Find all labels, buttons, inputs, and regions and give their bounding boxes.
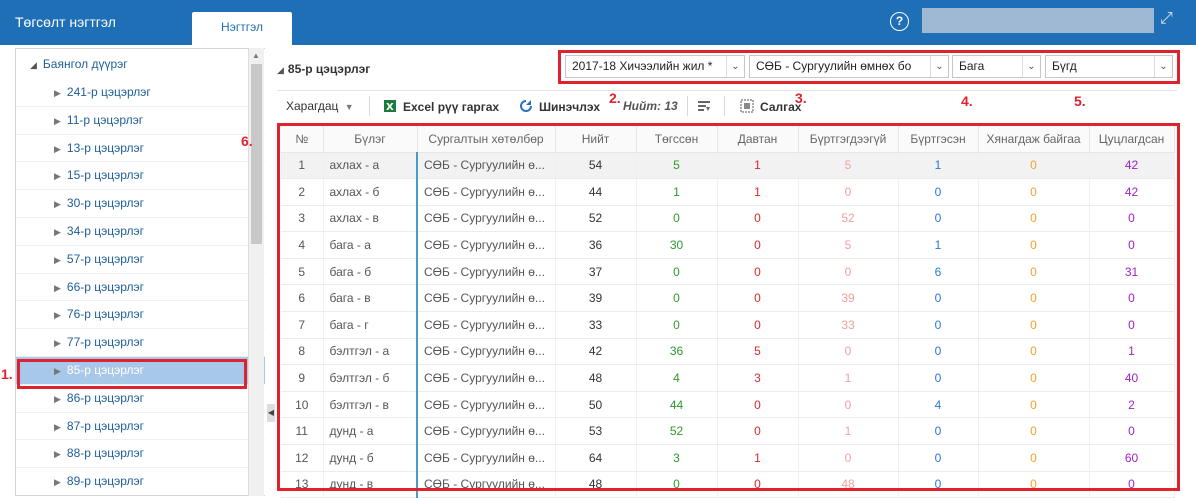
highlight-box-filters: [558, 50, 1180, 84]
tree-root[interactable]: ◢ Баянгол дүүрэг: [16, 49, 265, 79]
caret-down-icon: ◢: [30, 60, 37, 70]
sidebar-item-label: 87-р цэцэрлэг: [66, 418, 145, 433]
filter-settings-button[interactable]: [697, 99, 717, 114]
caret-right-icon: ▶: [54, 477, 61, 488]
excel-export-button[interactable]: X Excel рүү гаргах: [383, 99, 499, 114]
total-count: Нийт: 13: [623, 99, 678, 113]
annotation-label-6: 6.: [241, 133, 253, 149]
sidebar-item[interactable]: ▶ 76-р цэцэрлэг: [16, 301, 265, 330]
sidebar-item[interactable]: ▶ 13-р цэцэрлэг: [16, 135, 265, 163]
annotation-label-5: 5.: [1074, 93, 1086, 109]
caret-right-icon: ▶: [54, 171, 61, 182]
page-title: ◢ 85-р цэцэрлэг: [277, 62, 370, 76]
caret-right-icon: ▶: [54, 393, 61, 404]
scrollbar-thumb[interactable]: [251, 64, 262, 244]
sidebar-item[interactable]: ▶ 87-р цэцэрлэг: [16, 413, 265, 441]
highlight-box-table: [277, 123, 1180, 491]
caret-right-icon: ▶: [54, 338, 61, 349]
caret-right-icon: ▶: [54, 282, 61, 293]
sidebar-item[interactable]: ▶ 34-р цэцэрлэг: [16, 218, 265, 246]
excel-icon: X: [384, 100, 396, 113]
question-circle-icon[interactable]: ?: [890, 12, 909, 31]
refresh-button[interactable]: Шинэчлэх: [519, 99, 600, 114]
caret-right-icon: ▶: [54, 143, 61, 154]
caret-right-icon: ▶: [54, 226, 61, 237]
sidebar-item-label: 34-р цэцэрлэг: [66, 223, 145, 238]
caret-down-icon: ▼: [344, 102, 354, 112]
top-bar: Төгсөлт нэгтгэл Нэгтгэл ? ⤢: [0, 0, 1196, 45]
caret-down-icon: ◢: [277, 65, 284, 75]
scroll-up-icon[interactable]: ▲: [252, 51, 260, 60]
toolbar-divider: [687, 96, 688, 116]
sidebar-item-label: 13-р цэцэрлэг: [66, 140, 145, 155]
sidebar-item-label: 11-р цэцэрлэг: [66, 112, 144, 127]
highlight-box-1: [17, 359, 247, 389]
tree-root-label: Баянгол дүүрэг: [42, 57, 128, 71]
sidebar-item[interactable]: ▶ 89-р цэцэрлэг: [16, 468, 265, 495]
sidebar-item[interactable]: ▶ 11-р цэцэрлэг: [16, 107, 265, 135]
sidebar-item[interactable]: ▶ 57-р цэцэрлэг: [16, 246, 265, 274]
annotation-label-3: 3.: [795, 90, 807, 106]
collapse-sidebar-handle[interactable]: ◀: [267, 404, 275, 422]
sidebar-tree: ◢ Баянгол дүүрэг ▶ 241-р цэцэрлэг ▶ 11-р цэц…: [15, 48, 265, 496]
sidebar-item-label: 89-р цэцэрлэг: [66, 474, 145, 489]
toolbar: Харагдац ▼ X Excel рүү гаргах Шинэчлэх Ни…: [277, 90, 1177, 122]
user-info-box[interactable]: [922, 8, 1154, 33]
view-menu-label: Харагдац: [286, 99, 339, 113]
sidebar-item-label: 88-р цэцэрлэг: [66, 446, 145, 461]
sidebar-item[interactable]: ▶ 15-р цэцэрлэг: [16, 162, 265, 191]
annotation-label-2: 2.: [609, 90, 621, 106]
sidebar-item[interactable]: ▶ 30-р цэцэрлэг: [16, 190, 265, 218]
sidebar-item-label: 57-р цэцэрлэг: [66, 251, 145, 266]
sidebar-item[interactable]: ▶ 241-р цэцэрлэг: [16, 79, 265, 107]
sidebar-item-label: 241-р цэцэрлэг: [66, 85, 151, 99]
toolbar-divider: [724, 96, 725, 116]
sidebar-item-label: 76-р цэцэрлэг: [66, 307, 145, 322]
caret-right-icon: ▶: [54, 199, 61, 210]
sidebar-item-label: 66-р цэцэрлэг: [66, 279, 145, 294]
sidebar-item-label: 15-р цэцэрлэг: [66, 168, 145, 183]
refresh-label: Шинэчлэх: [539, 100, 601, 114]
sidebar-item-label: 77-р цэцэрлэг: [66, 335, 145, 350]
caret-right-icon: ▶: [54, 88, 61, 98]
svg-text:X: X: [386, 102, 394, 113]
print-button[interactable]: Салгах: [740, 99, 801, 114]
caret-right-icon: ▶: [54, 449, 61, 460]
caret-right-icon: ▶: [54, 115, 61, 126]
caret-right-icon: ▶: [54, 421, 61, 432]
excel-export-label: Excel рүү гаргах: [403, 100, 500, 114]
page-title-text: 85-р цэцэрлэг: [287, 62, 371, 76]
sidebar-item[interactable]: ▶ 66-р цэцэрлэг: [16, 274, 265, 302]
sidebar-scrollbar[interactable]: ▲: [248, 48, 264, 496]
annotation-label-4: 4.: [961, 93, 973, 109]
caret-right-icon: ▶: [54, 254, 61, 265]
annotation-label-1: 1.: [1, 366, 13, 382]
refresh-icon: [520, 100, 532, 112]
filter-settings-icon: [698, 101, 710, 111]
sidebar-item[interactable]: ▶ 77-р цэцэрлэг: [16, 329, 265, 357]
print-icon: [740, 99, 754, 113]
toolbar-divider: [369, 96, 370, 116]
sidebar-item-label: 86-р цэцэрлэг: [66, 390, 145, 405]
view-menu-button[interactable]: Харагдац ▼: [286, 99, 354, 113]
caret-right-icon: ▶: [54, 310, 61, 321]
app-title: Төгсөлт нэгтгэл: [15, 14, 116, 30]
expand-arrows-icon[interactable]: ⤢: [1160, 10, 1173, 28]
sidebar-item[interactable]: ▶ 88-р цэцэрлэг: [16, 440, 265, 469]
tab-summary[interactable]: Нэгтгэл: [192, 12, 292, 45]
sidebar-item-label: 30-р цэцэрлэг: [66, 196, 145, 211]
